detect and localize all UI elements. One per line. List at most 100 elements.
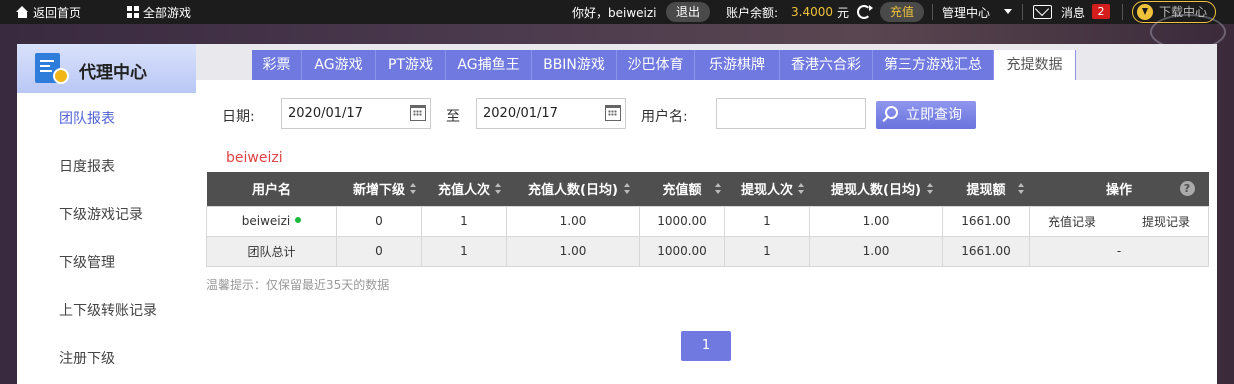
end-date-value: 2020/01/17 [483, 106, 558, 121]
grid-icon [127, 6, 139, 18]
col-header-withdraw-users[interactable]: 提现人数(日均) [809, 172, 943, 206]
cell-withdraw-amount: 1661.00 [942, 205, 1030, 237]
caret-down-icon[interactable] [1004, 9, 1012, 14]
cell-deposit-users: 1.00 [506, 205, 640, 237]
calendar-icon[interactable] [605, 105, 621, 121]
sidebar-item-sub-management[interactable]: 下级管理 [59, 252, 115, 272]
sidebar-item-transfer-records[interactable]: 上下级转账记录 [59, 300, 157, 320]
sort-icon[interactable] [714, 183, 723, 195]
username-label: 用户名: [641, 109, 688, 125]
tab-lottery[interactable]: 彩票 [252, 50, 302, 80]
tab-third-party-summary[interactable]: 第三方游戏汇总 [873, 50, 994, 80]
col-header-deposit-count[interactable]: 充值人次 [421, 172, 507, 206]
query-button[interactable]: 立即查询 [876, 101, 976, 129]
balance-unit: 元 [837, 5, 850, 20]
messages-link[interactable]: 消息 [1061, 0, 1085, 24]
recharge-button[interactable]: 充值 [880, 2, 924, 22]
col-header-withdraw-amount[interactable]: 提现额 [942, 172, 1030, 206]
table-row: beiweizi 0 1 1.00 1000.00 1 1.00 1661.00… [206, 205, 1209, 237]
sort-icon[interactable] [797, 183, 806, 195]
sidebar-item-register-sub[interactable]: 注册下级 [59, 348, 115, 368]
cell-actions-empty: - [1029, 235, 1209, 267]
search-icon [885, 106, 898, 119]
withdraw-records-link[interactable]: 提现记录 [1142, 213, 1190, 230]
logout-button[interactable]: 退出 [666, 2, 710, 22]
sidebar-item-daily-report[interactable]: 日度报表 [59, 156, 115, 176]
cell-withdraw-count: 1 [724, 205, 810, 237]
table-row-total: 团队总计 0 1 1.00 1000.00 1 1.00 1661.00 - [206, 235, 1209, 267]
sidebar-title: 代理中心 [79, 63, 147, 83]
mail-icon[interactable] [1033, 5, 1052, 19]
balance-label: 账户余额: [726, 5, 779, 20]
sort-icon[interactable] [494, 183, 503, 195]
tab-pt-games[interactable]: PT游戏 [376, 50, 446, 80]
tab-ag-fishing[interactable]: AG捕鱼王 [446, 50, 532, 80]
tab-hk-mark-six[interactable]: 香港六合彩 [780, 50, 873, 80]
calendar-icon[interactable] [410, 105, 426, 121]
sort-icon[interactable] [623, 183, 632, 195]
sort-icon[interactable] [926, 183, 935, 195]
divider [1022, 4, 1023, 20]
online-status-icon [295, 216, 302, 223]
date-range-separator: 至 [446, 109, 460, 125]
tab-leyou-chess[interactable]: 乐游棋牌 [695, 50, 780, 80]
tab-bbin-games[interactable]: BBIN游戏 [532, 50, 617, 80]
start-date-input[interactable]: 2020/01/17 [281, 98, 431, 129]
deposit-records-link[interactable]: 充值记录 [1048, 213, 1096, 230]
col-header-withdraw-count[interactable]: 提现人次 [724, 172, 810, 206]
col-header-new-subs[interactable]: 新增下级 [336, 172, 422, 206]
cell-deposit-users: 1.00 [506, 235, 640, 267]
current-username: beiweizi [226, 150, 283, 166]
sidebar-item-sub-game-records[interactable]: 下级游戏记录 [59, 204, 143, 224]
home-icon [16, 6, 29, 18]
help-icon[interactable]: ? [1179, 181, 1195, 196]
home-link[interactable]: 返回首页 [16, 0, 81, 24]
cell-new-subs: 0 [336, 235, 422, 267]
tab-deposit-withdraw-data[interactable]: 充提数据 [994, 50, 1076, 80]
sidebar: 代理中心 团队报表 日度报表 下级游戏记录 下级管理 上下级转账记录 注册下级 [17, 44, 196, 384]
home-link-label: 返回首页 [33, 5, 82, 20]
col-header-deposit-users[interactable]: 充值人数(日均) [506, 172, 640, 206]
all-games-link[interactable]: 全部游戏 [127, 0, 191, 24]
cell-withdraw-users: 1.00 [809, 205, 943, 237]
pagination-page-button[interactable]: 1 [681, 331, 731, 361]
agent-report-icon [35, 53, 69, 85]
main-panel: 彩票 AG游戏 PT游戏 AG捕鱼王 BBIN游戏 沙巴体育 乐游棋牌 香港六合… [196, 44, 1217, 384]
col-header-actions: 操作? [1029, 172, 1209, 206]
cell-withdraw-amount: 1661.00 [942, 235, 1030, 267]
download-icon [1137, 4, 1153, 20]
divider [932, 4, 933, 20]
table-header-row: 用户名 新增下级 充值人次 充值人数(日均) 充值额 提现人次 提现人数(日均)… [206, 172, 1209, 206]
username-input[interactable] [716, 98, 866, 129]
cell-deposit-amount: 1000.00 [639, 235, 725, 267]
cell-withdraw-users: 1.00 [809, 235, 943, 267]
col-header-deposit-amount[interactable]: 充值额 [639, 172, 725, 206]
cell-deposit-count: 1 [421, 205, 507, 237]
cell-deposit-count: 1 [421, 235, 507, 267]
cell-withdraw-count: 1 [724, 235, 810, 267]
sidebar-header: 代理中心 [17, 44, 196, 93]
refresh-icon[interactable] [857, 5, 873, 19]
messages-count-badge: 2 [1092, 4, 1110, 19]
divider [1122, 4, 1123, 20]
sidebar-item-team-report[interactable]: 团队报表 [59, 108, 115, 128]
top-bar: 返回首页 全部游戏 你好，beiweizi 退出 账户余额: 3.4000 元 … [0, 0, 1234, 24]
cell-username: beiweizi [206, 205, 337, 237]
query-button-label: 立即查询 [906, 107, 962, 123]
col-header-username: 用户名 [206, 172, 337, 206]
sort-icon[interactable] [409, 183, 418, 195]
cell-deposit-amount: 1000.00 [639, 205, 725, 237]
end-date-input[interactable]: 2020/01/17 [476, 98, 626, 129]
tab-saba-sports[interactable]: 沙巴体育 [617, 50, 695, 80]
tab-ag-games[interactable]: AG游戏 [302, 50, 376, 80]
date-label: 日期: [222, 109, 255, 125]
balance-value: 3.4000 [791, 5, 833, 19]
retention-hint: 温馨提示：仅保留最近35天的数据 [206, 278, 390, 292]
sort-icon[interactable] [1017, 183, 1026, 195]
all-games-label: 全部游戏 [143, 5, 192, 20]
manage-center-menu[interactable]: 管理中心 [942, 0, 990, 24]
team-report-table: 用户名 新增下级 充值人次 充值人数(日均) 充值额 提现人次 提现人数(日均)… [206, 172, 1209, 267]
greeting-text: 你好，beiweizi [572, 5, 657, 20]
cell-new-subs: 0 [336, 205, 422, 237]
start-date-value: 2020/01/17 [288, 106, 363, 121]
